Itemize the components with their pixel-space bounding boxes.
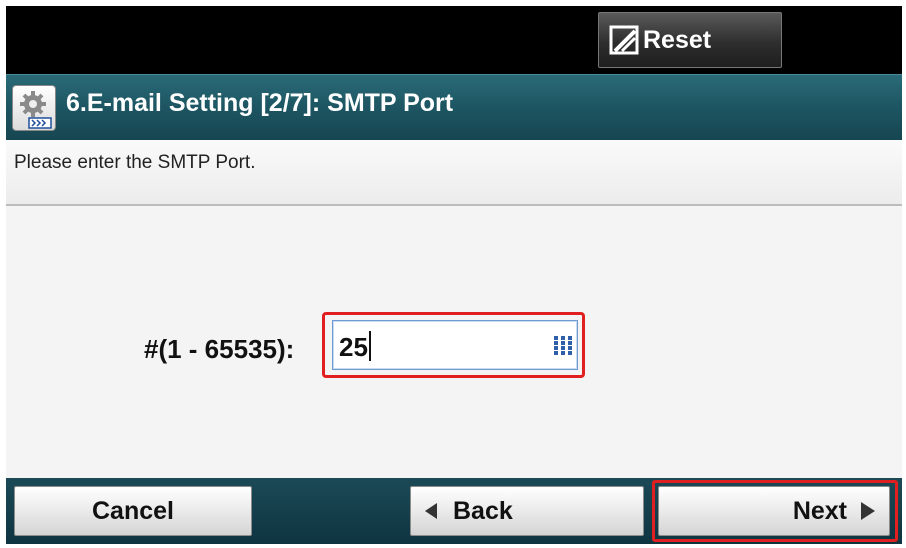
cancel-label: Cancel: [92, 496, 174, 525]
reset-button[interactable]: Reset: [598, 12, 782, 68]
back-button[interactable]: Back: [410, 486, 644, 536]
smtp-port-value: 25: [339, 332, 368, 362]
cancel-button[interactable]: Cancel: [14, 486, 252, 536]
next-button[interactable]: Next: [658, 486, 890, 536]
next-arrow-icon: [861, 502, 875, 520]
top-bar: Reset: [6, 6, 902, 74]
page-title: 6.E-mail Setting [2/7]: SMTP Port: [66, 89, 454, 117]
next-label: Next: [792, 496, 847, 525]
title-bar: 6.E-mail Setting [2/7]: SMTP Port: [6, 74, 902, 140]
keypad-icon[interactable]: [554, 336, 572, 356]
reset-label: Reset: [643, 25, 712, 54]
text-caret: [368, 331, 371, 361]
bottom-bar: Cancel Back Next: [6, 478, 902, 544]
smtp-port-input[interactable]: 25: [332, 320, 578, 370]
reset-icon: [609, 25, 639, 55]
printer-panel-screen: Reset 6.E-mail Setting [2/7]: SMTP Port …: [6, 6, 902, 544]
main-area: #(1 - 65535): 25: [6, 208, 902, 478]
back-arrow-icon: [425, 503, 437, 519]
instruction-message: Please enter the SMTP Port.: [6, 140, 902, 206]
smtp-port-label: #(1 - 65535):: [144, 334, 295, 364]
settings-gear-icon: [12, 85, 56, 131]
back-label: Back: [453, 496, 513, 525]
